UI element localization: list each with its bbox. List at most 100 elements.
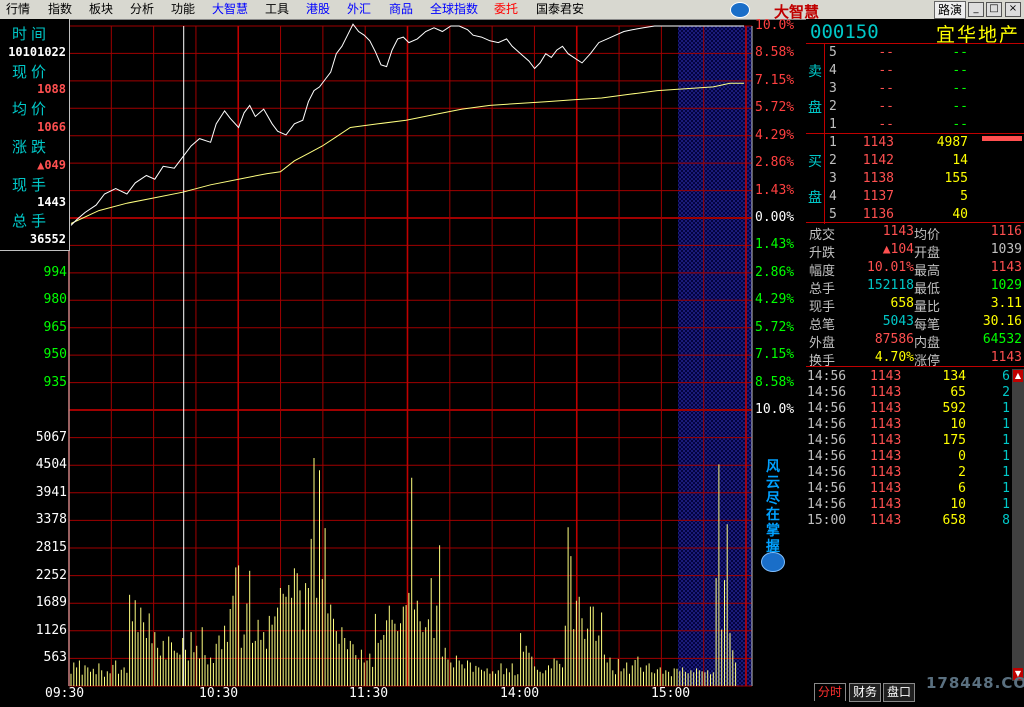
stat-value: 1116 — [990, 224, 1022, 239]
tick-time: 14:56 — [807, 369, 847, 384]
tick-volume: 10 — [950, 417, 966, 432]
level-number: 3 — [829, 171, 837, 186]
pct-axis-label: 5.72% — [755, 319, 795, 335]
tab-order[interactable]: 盘口 — [883, 683, 916, 702]
slogan-text: 风云尽在掌握 — [766, 459, 780, 555]
volume-axis-label: 4504 — [35, 457, 67, 473]
total-label: 总手 — [12, 212, 51, 230]
total-value: 36552 — [29, 232, 66, 246]
level-volume: 155 — [944, 171, 968, 186]
tick-volume: 10 — [950, 497, 966, 512]
stat-label: 幅度 — [809, 264, 836, 279]
level-volume: -- — [952, 99, 968, 114]
volume-axis-label: 1689 — [35, 595, 67, 611]
dzh-logo: 大智慧 — [728, 0, 848, 21]
menu-item-12[interactable]: 国泰君安 — [536, 2, 584, 17]
stat-row: 总笔 5043 每笔 30.16 — [806, 314, 1024, 333]
maximize-button[interactable]: □ — [986, 2, 1002, 17]
time-axis-label: 09:30 — [45, 686, 85, 701]
buy-level-row[interactable]: 4 1137 5 — [806, 189, 1024, 206]
level-number: 4 — [829, 189, 837, 204]
afternoon-future-area — [678, 26, 752, 686]
stat-label: 升跌 — [809, 246, 836, 261]
stock-code: 000150 — [810, 21, 879, 43]
stat-label: 总手 — [809, 282, 836, 297]
tick-price: 1143 — [870, 449, 902, 464]
volume-axis-label: 3378 — [35, 512, 67, 528]
level-volume: -- — [952, 81, 968, 96]
menu-item-7[interactable]: 港股 — [306, 2, 330, 17]
time-value: 10101022 — [8, 45, 66, 59]
tick-row[interactable]: 14:56 1143 175 1 — [806, 433, 1012, 449]
pct-axis-label: 1.43% — [755, 237, 795, 253]
buy-level-row[interactable]: 3 1138 155 — [806, 171, 1024, 188]
tick-price: 1143 — [870, 433, 902, 448]
tick-volume: 65 — [950, 385, 966, 400]
volume-value: 1443 — [37, 195, 66, 209]
quote-panel: 000150 宜华地产 卖 盘 买 盘 5 -- -- 4 -- -- 3 -- -- 2 -- --… — [806, 19, 1024, 707]
buy-level-row[interactable]: 2 1142 14 — [806, 153, 1024, 170]
pct-axis-label: 8.58% — [755, 45, 795, 61]
tick-time: 14:56 — [807, 433, 847, 448]
stat-row: 升跌 ▲104 开盘 1039 — [806, 242, 1024, 261]
tick-row[interactable]: 15:00 1143 658 8 — [806, 513, 1012, 529]
menu-item-3[interactable]: 分析 — [130, 2, 154, 17]
level-number: 5 — [829, 207, 837, 222]
level-number: 2 — [829, 153, 837, 168]
stat-row: 总手 152118 最低 1029 — [806, 278, 1024, 297]
tick-row[interactable]: 14:56 1143 592 1 — [806, 401, 1012, 417]
stat-row: 幅度 10.01% 最高 1143 — [806, 260, 1024, 279]
tick-row[interactable]: 14:56 1143 10 1 — [806, 497, 1012, 513]
close-button[interactable]: × — [1005, 2, 1021, 17]
sell-level-row[interactable]: 2 -- -- — [806, 99, 1024, 116]
sell-level-row[interactable]: 4 -- -- — [806, 63, 1024, 80]
intraday-chart[interactable] — [0, 19, 806, 707]
tick-row[interactable]: 14:56 1143 134 6 — [806, 369, 1012, 385]
tick-row[interactable]: 14:56 1143 0 1 — [806, 449, 1012, 465]
price-axis-label: 994 — [43, 264, 67, 280]
stat-value: 4.70% — [874, 350, 914, 365]
quote-header: 000150 宜华地产 — [806, 19, 1024, 46]
tick-price: 1143 — [870, 465, 902, 480]
route-button[interactable]: 路演 — [934, 1, 966, 19]
stat-label: 最低 — [914, 282, 941, 297]
menu-item-2[interactable]: 板块 — [89, 2, 113, 17]
avg-label: 均价 — [12, 100, 51, 118]
tick-price: 1143 — [870, 481, 902, 496]
tick-price: 1143 — [870, 369, 902, 384]
menu-item-8[interactable]: 外汇 — [347, 2, 371, 17]
tick-volume: 658 — [942, 513, 966, 528]
stat-value: 1143 — [882, 224, 914, 239]
tick-scrollbar[interactable]: ▲ ▼ — [1012, 369, 1024, 681]
sell-level-row[interactable]: 3 -- -- — [806, 81, 1024, 98]
stat-label: 外盘 — [809, 336, 836, 351]
menu-item-10[interactable]: 全球指数 — [430, 2, 478, 17]
ticks-divider — [806, 366, 1024, 367]
menu-item-0[interactable]: 行情 — [6, 2, 30, 17]
tick-count: 1 — [1002, 401, 1010, 416]
level-volume: 40 — [952, 207, 968, 222]
menu-item-11[interactable]: 委托 — [494, 2, 518, 17]
menu-item-1[interactable]: 指数 — [48, 2, 72, 17]
menu-item-9[interactable]: 商品 — [389, 2, 413, 17]
tick-row[interactable]: 14:56 1143 6 1 — [806, 481, 1012, 497]
buy-level-row[interactable]: 1 1143 4987 — [806, 135, 1024, 152]
tick-row[interactable]: 14:56 1143 65 2 — [806, 385, 1012, 401]
tick-row[interactable]: 14:56 1143 10 1 — [806, 417, 1012, 433]
menu-item-4[interactable]: 功能 — [171, 2, 195, 17]
level-number: 4 — [829, 63, 837, 78]
menu-item-5[interactable]: 大智慧 — [212, 2, 248, 17]
tab-intraday[interactable]: 分时 — [814, 683, 847, 701]
menu-item-6[interactable]: 工具 — [265, 2, 289, 17]
tick-volume: 592 — [942, 401, 966, 416]
tick-row[interactable]: 14:56 1143 2 1 — [806, 465, 1012, 481]
tick-count: 1 — [1002, 497, 1010, 512]
sell-level-row[interactable]: 5 -- -- — [806, 45, 1024, 62]
pct-axis-label: 8.58% — [755, 374, 795, 390]
level-price: -- — [878, 45, 894, 60]
minimize-button[interactable]: _ — [968, 2, 984, 17]
tab-finance[interactable]: 财务 — [849, 683, 882, 702]
sell-level-row[interactable]: 1 -- -- — [806, 117, 1024, 134]
scroll-up-arrow-icon[interactable]: ▲ — [1013, 370, 1023, 382]
level-price: -- — [878, 117, 894, 132]
